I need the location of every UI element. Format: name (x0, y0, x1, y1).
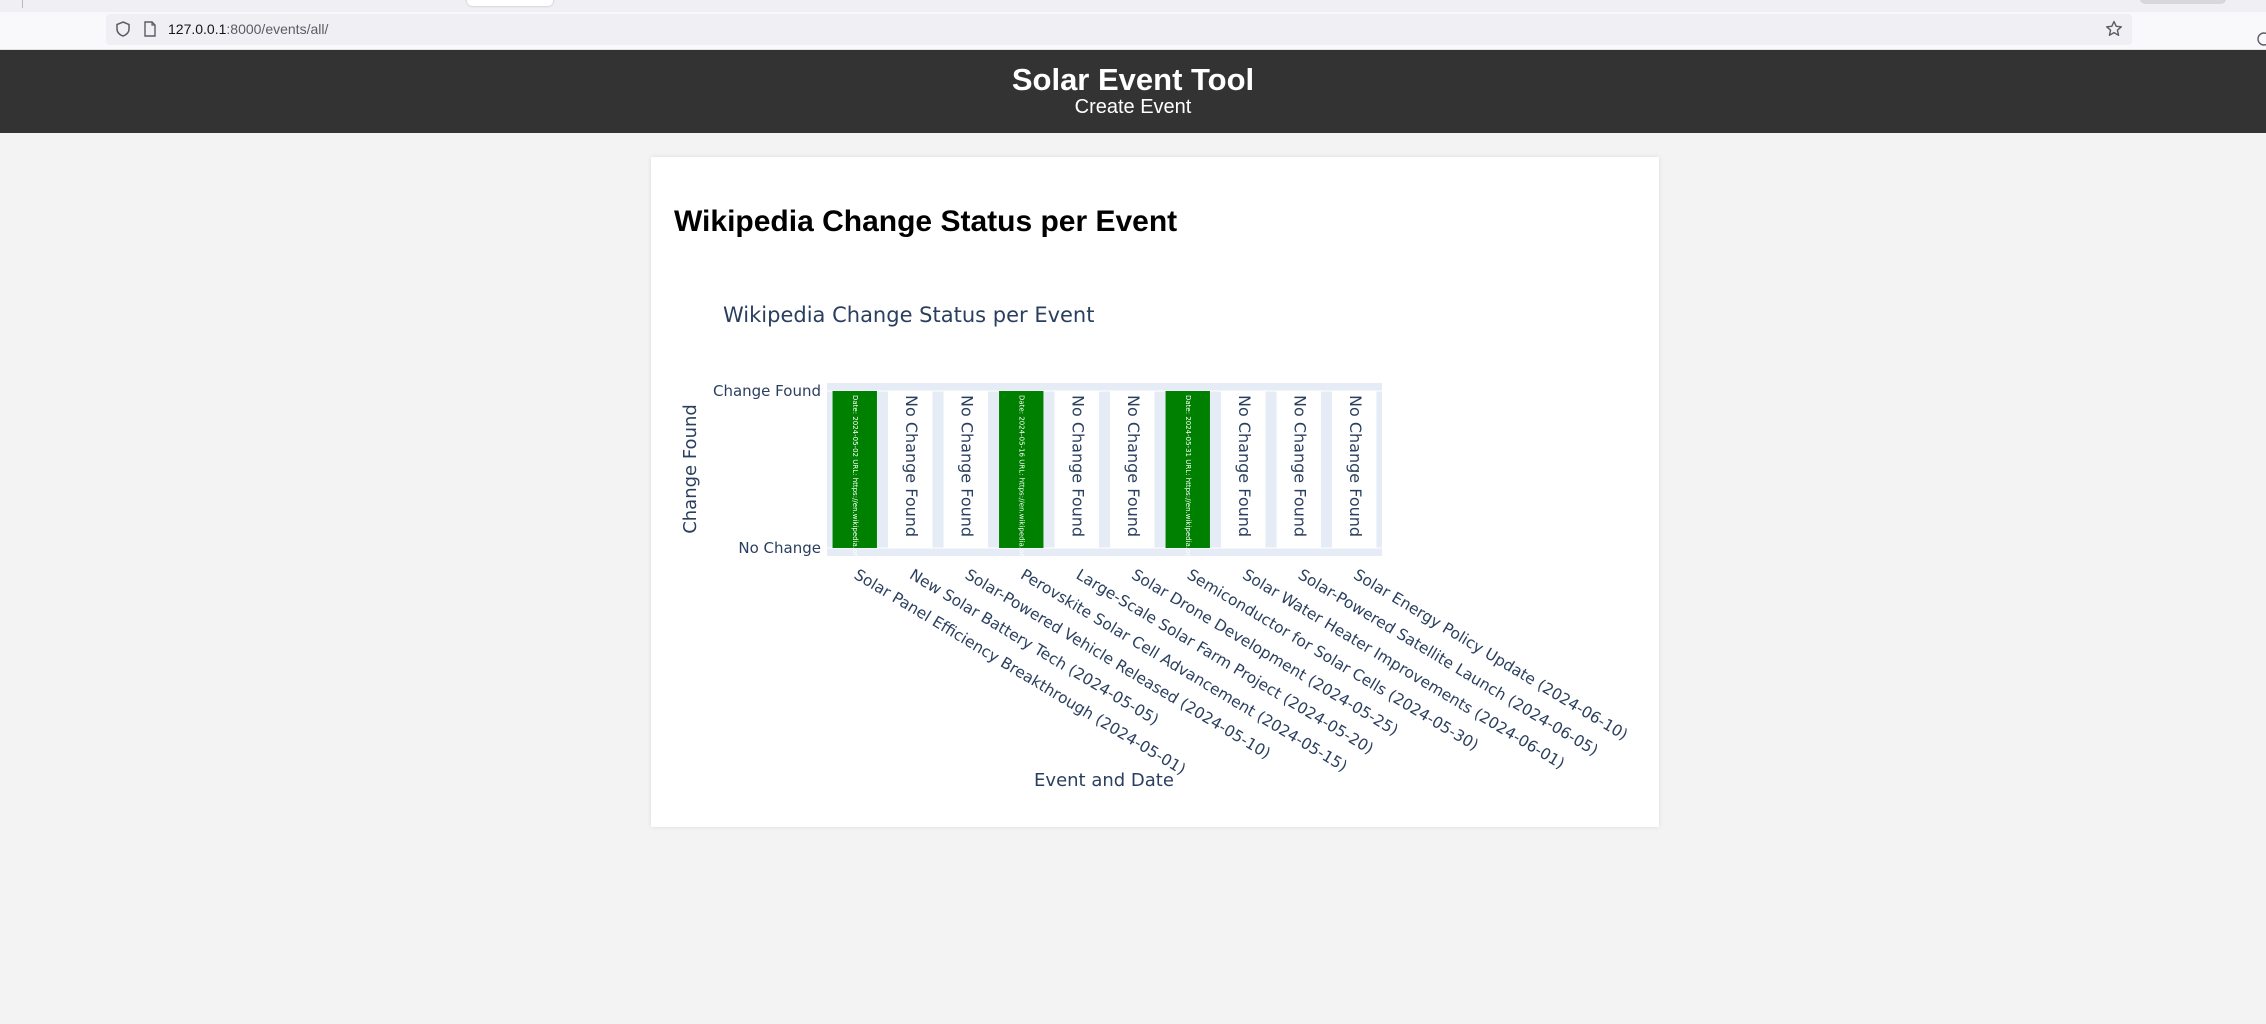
site-title: Solar Event Tool (1011, 62, 1255, 97)
page-icon (144, 21, 156, 37)
bar-label: No Change Found (1068, 395, 1087, 537)
content-card: Wikipedia Change Status per Event Wikipe… (651, 157, 1659, 827)
bar-label: No Change Found (1346, 395, 1365, 537)
site-nav: Create Event (0, 96, 2266, 119)
plot-area: Date: 2024-05-02 URL: https://en.wikiped… (713, 382, 1631, 779)
bar-label: No Change Found (1290, 395, 1309, 537)
bar-label: No Change Found (1235, 395, 1254, 537)
shield-icon[interactable] (114, 20, 132, 38)
change-status-chart: Wikipedia Change Status per Event Date: … (680, 303, 1631, 791)
url-path: :8000/events/all/ (226, 21, 329, 37)
browser-tab-strip (0, 0, 2266, 12)
x-axis-title: Event and Date (1034, 770, 1174, 791)
address-bar[interactable]: 127.0.0.1:8000/events/all/ (106, 14, 2132, 45)
browser-active-tab[interactable] (467, 0, 553, 6)
y-tick-label: Change Found (713, 382, 821, 400)
url-host: 127.0.0.1 (168, 21, 227, 37)
url-text[interactable]: 127.0.0.1:8000/events/all/ (168, 21, 328, 37)
y-tick-label: No Change (738, 539, 821, 557)
bookmark-star-icon[interactable] (2104, 19, 2124, 39)
browser-toolbar: 127.0.0.1:8000/events/all/ (0, 12, 2266, 50)
chart-title: Wikipedia Change Status per Event (723, 303, 1094, 327)
extension-icon[interactable] (2254, 31, 2266, 47)
bar-label: Date: 2024-05-02 URL: https://en.wikiped… (851, 395, 859, 620)
site-header: Solar Event Tool Create Event (0, 50, 2266, 133)
browser-tab[interactable] (2140, 0, 2226, 4)
tab-separator (22, 0, 23, 8)
bar-label: No Change Found (957, 395, 976, 537)
create-event-link[interactable]: Create Event (1075, 96, 1192, 118)
bar-label: No Change Found (902, 395, 921, 537)
y-axis-title: Change Found (680, 404, 701, 534)
bar-label: No Change Found (1124, 395, 1143, 537)
